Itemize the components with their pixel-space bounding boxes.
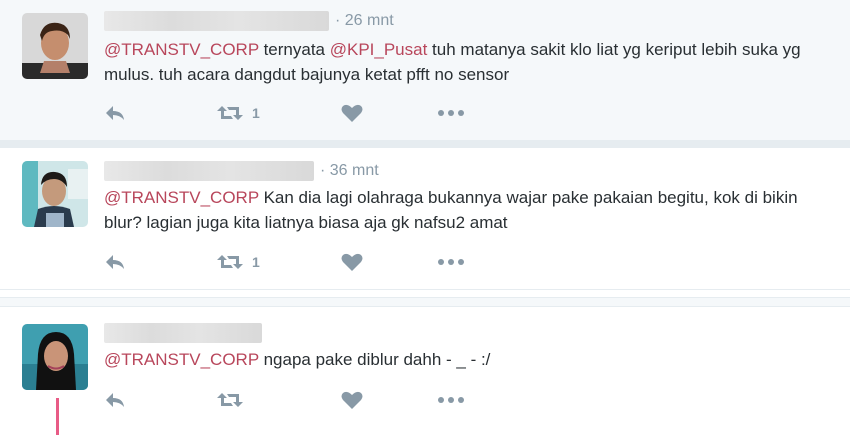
- more-icon[interactable]: [437, 396, 465, 404]
- tweet-actions: [104, 390, 465, 410]
- retweet-count: 1: [252, 254, 260, 270]
- avatar[interactable]: [22, 324, 88, 390]
- more-icon[interactable]: [437, 109, 465, 117]
- tweet-3[interactable]: @TRANSTV_CORP ngapa pake diblur dahh - _…: [0, 307, 850, 435]
- blurred-username[interactable]: [104, 11, 329, 31]
- divider: [0, 289, 850, 290]
- retweet-button[interactable]: 1: [216, 253, 341, 271]
- retweet-button[interactable]: [216, 391, 341, 409]
- blurred-username[interactable]: [104, 161, 314, 181]
- tweet-text: @TRANSTV_CORP ngapa pake diblur dahh - _…: [104, 347, 810, 372]
- tweet-actions: 1: [104, 103, 465, 123]
- retweet-icon: [216, 104, 244, 122]
- tweet-2[interactable]: · 36 mnt @TRANSTV_CORP Kan dia lagi olah…: [0, 148, 850, 289]
- avatar[interactable]: [22, 13, 88, 79]
- tweet-text-segment: ngapa pake diblur dahh - _ - :/: [258, 350, 491, 369]
- mention-link[interactable]: @TRANSTV_CORP: [104, 188, 259, 207]
- retweet-count: 1: [252, 105, 260, 121]
- reply-icon[interactable]: [104, 253, 216, 271]
- tweet-text: @TRANSTV_CORP Kan dia lagi olahraga buka…: [104, 185, 810, 235]
- tweet-header: [104, 323, 268, 343]
- heart-icon[interactable]: [341, 252, 437, 272]
- tweet-header: · 36 mnt: [104, 161, 379, 181]
- mention-link[interactable]: @TRANSTV_CORP: [104, 350, 259, 369]
- divider: [0, 140, 850, 148]
- tweet-time[interactable]: · 26 mnt: [335, 12, 394, 30]
- more-icon[interactable]: [437, 258, 465, 266]
- divider: [0, 297, 850, 307]
- retweet-icon: [216, 253, 244, 271]
- tweet-1[interactable]: · 26 mnt @TRANSTV_CORP ternyata @KPI_Pus…: [0, 0, 850, 140]
- tweet-header: · 26 mnt: [104, 11, 394, 31]
- blurred-username[interactable]: [104, 323, 262, 343]
- mention-link[interactable]: @KPI_Pusat: [330, 40, 428, 59]
- reply-icon[interactable]: [104, 104, 216, 122]
- tweet-text-segment: ternyata: [258, 40, 330, 59]
- tweet-actions: 1: [104, 252, 465, 272]
- avatar[interactable]: [22, 161, 88, 227]
- thread-line: [56, 398, 59, 435]
- tweet-text: @TRANSTV_CORP ternyata @KPI_Pusat tuh ma…: [104, 37, 810, 87]
- mention-link[interactable]: @TRANSTV_CORP: [104, 40, 259, 59]
- heart-icon[interactable]: [341, 390, 437, 410]
- heart-icon[interactable]: [341, 103, 437, 123]
- retweet-button[interactable]: 1: [216, 104, 341, 122]
- tweet-time[interactable]: · 36 mnt: [320, 162, 379, 180]
- reply-icon[interactable]: [104, 391, 216, 409]
- retweet-icon: [216, 391, 244, 409]
